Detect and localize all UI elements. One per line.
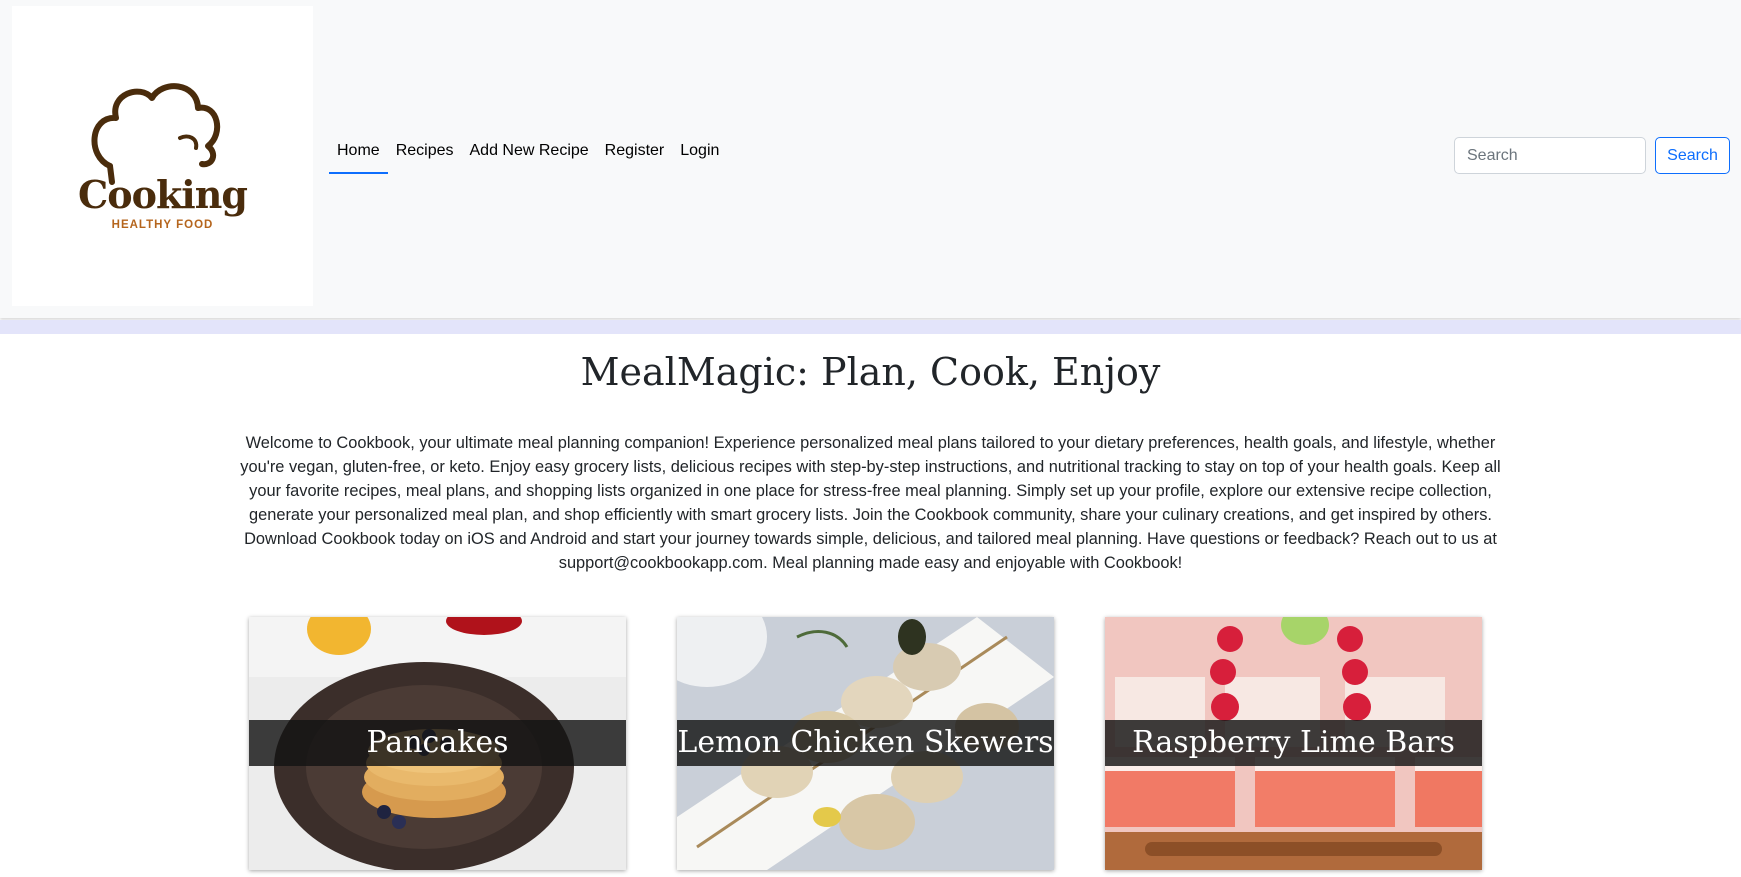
nav-home[interactable]: Home — [329, 138, 388, 174]
recipe-card-raspberry-lime-bars[interactable]: Raspberry Lime Bars — [1105, 617, 1482, 870]
intro-text: Welcome to Cookbook, your ultimate meal … — [240, 434, 1501, 572]
nav-register[interactable]: Register — [597, 138, 673, 174]
recipe-card-title: Lemon Chicken Skewers — [677, 720, 1054, 766]
brand-logo[interactable]: Cooking HEALTHY FOOD — [12, 6, 313, 306]
page-title: MealMagic: Plan, Cook, Enjoy — [580, 350, 1161, 394]
logo-subtitle: HEALTHY FOOD — [111, 219, 214, 231]
search-button[interactable]: Search — [1655, 137, 1730, 174]
nav-add-new-recipe[interactable]: Add New Recipe — [462, 138, 597, 174]
navbar-divider — [0, 320, 1741, 334]
chef-hat-icon — [91, 83, 220, 185]
main-nav: Home Recipes Add New Recipe Register Log… — [329, 138, 727, 174]
navbar: Cooking HEALTHY FOOD Home Recipes Add Ne… — [0, 0, 1741, 318]
nav-recipes[interactable]: Recipes — [388, 138, 462, 174]
recipe-card-title: Pancakes — [249, 720, 626, 766]
logo-wordmark: Cooking — [78, 172, 248, 217]
nav-login[interactable]: Login — [672, 138, 727, 174]
recipe-card-pancakes[interactable]: Pancakes — [249, 617, 626, 870]
recipe-card-lemon-chicken-skewers[interactable]: Lemon Chicken Skewers — [677, 617, 1054, 870]
search-input[interactable] — [1454, 137, 1646, 174]
recipe-card-title: Raspberry Lime Bars — [1105, 720, 1482, 766]
